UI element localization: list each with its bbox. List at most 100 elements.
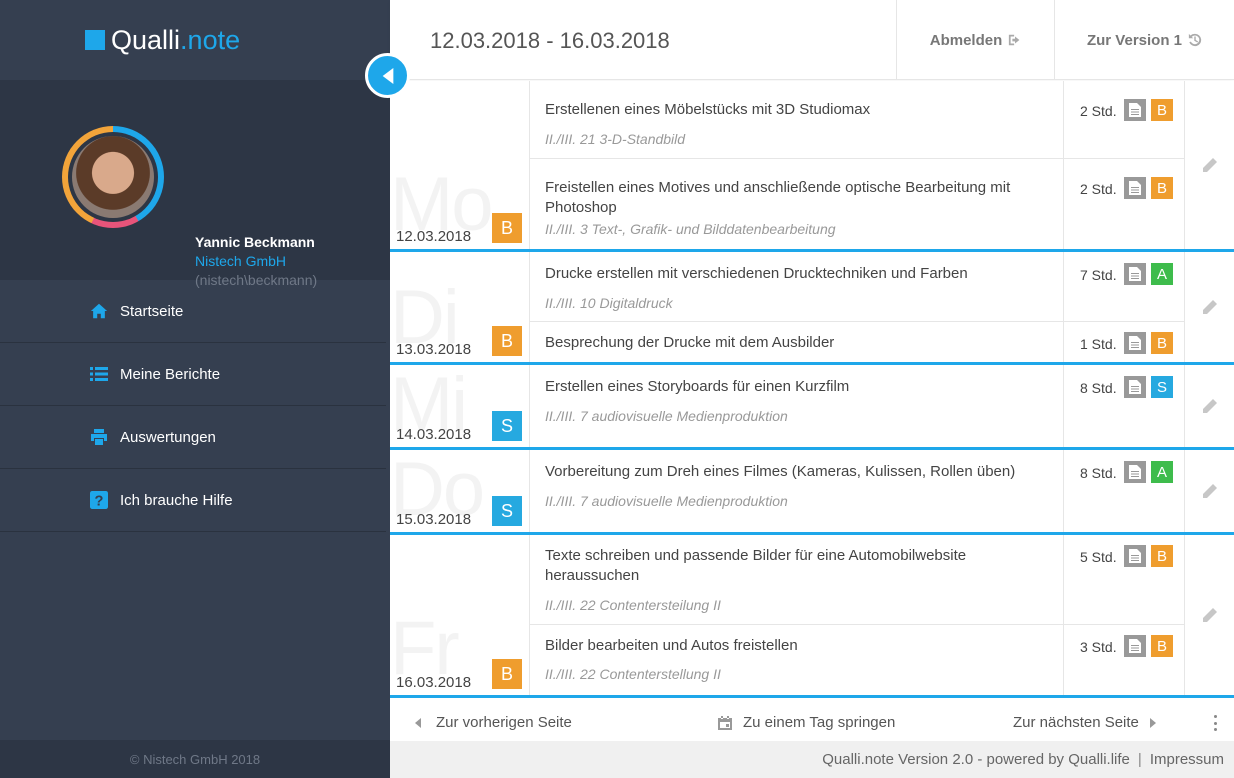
help-icon: ? [90,491,108,509]
pencil-icon [1202,300,1217,314]
document-icon[interactable] [1124,461,1146,483]
entry-hours: 5 Std. [1080,549,1117,565]
entry-subject: II./III. 10 Digitaldruck [545,295,673,311]
report-entry[interactable]: Texte schreiben und passende Bilder für … [530,535,1184,625]
calendar-icon [718,715,732,730]
entry-subject: II./III. 22 Contenterstellung II [545,666,721,682]
sidebar-copyright: © Nistech GmbH 2018 [0,740,390,778]
logo-square-icon [85,30,105,50]
entry-hours: 3 Std. [1080,639,1117,655]
more-options-icon[interactable] [1210,715,1220,731]
impressum-link[interactable]: Impressum [1150,751,1224,768]
entry-subject: II./III. 7 audiovisuelle Medienproduktio… [545,493,788,509]
document-icon[interactable] [1124,635,1146,657]
pencil-icon [1202,484,1217,498]
edit-day-button[interactable] [1184,81,1234,249]
document-icon[interactable] [1124,332,1146,354]
nav-item-auswertungen[interactable]: Auswertungen [0,406,386,469]
day-thursday: Do 15.03.2018 S Vorbereitung zum Dreh ei… [390,450,1234,535]
category-badge: B [1151,545,1173,567]
pencil-icon [1202,608,1217,622]
report-entry[interactable]: Vorbereitung zum Dreh eines Filmes (Kame… [530,450,1184,532]
nav-item-hilfe[interactable]: ? Ich brauche Hilfe [0,469,386,532]
entry-title: Drucke erstellen mit verschiedenen Druck… [545,265,968,282]
user-profile: Yannic Beckmann Nistech GmbH (nistech\be… [0,80,390,288]
category-badge: A [1151,461,1173,483]
logo-suffix-text: note [187,24,241,55]
report-entry[interactable]: Drucke erstellen mit verschiedenen Druck… [530,252,1184,322]
caret-left-icon [382,67,393,84]
jump-to-day-button[interactable]: Zu einem Tag springen [717,714,895,731]
category-badge: S [1151,376,1173,398]
entry-hours: 7 Std. [1080,267,1117,283]
entry-title: Texte schreiben und passende Bilder für … [545,547,967,584]
nav-item-startseite[interactable]: Startseite [0,280,386,343]
previous-page-button[interactable]: Zur vorherigen Seite [414,714,572,731]
nav-label: Meine Berichte [120,365,221,383]
footer: Qualli.note Version 2.0 - powered by Qua… [390,741,1234,778]
day-date: 16.03.2018 [396,674,472,691]
day-type-badge: B [492,326,522,356]
avatar-progress-ring [62,126,164,228]
entry-subject: II./III. 22 Contentersteilung II [545,597,721,613]
logout-button[interactable]: Abmelden [896,0,1055,80]
version-1-button[interactable]: Zur Version 1 [1054,0,1234,80]
day-date: 14.03.2018 [396,426,472,443]
day-monday: Mo 12.03.2018 B Erstellenen eines Möbels… [390,81,1234,252]
category-badge: B [1151,635,1173,657]
sidebar-collapse-button[interactable] [365,53,410,98]
entry-subject: II./III. 7 audiovisuelle Medienproduktio… [545,408,788,424]
day-date: 13.03.2018 [396,341,472,358]
next-page-button[interactable]: Zur nächsten Seite [1013,714,1157,731]
day-tuesday: Di 13.03.2018 B Drucke erstellen mit ver… [390,252,1234,365]
category-badge: A [1151,263,1173,285]
entry-hours: 1 Std. [1080,336,1117,352]
edit-day-button[interactable] [1184,535,1234,695]
week-date-range: 12.03.2018 - 16.03.2018 [430,28,670,53]
user-company[interactable]: Nistech GmbH [195,253,286,269]
entry-title: Besprechung der Drucke mit dem Ausbilder [545,334,835,351]
document-icon[interactable] [1124,177,1146,199]
print-icon [90,428,108,446]
report-entry[interactable]: Erstellen eines Storyboards für einen Ku… [530,365,1184,447]
entry-hours: 8 Std. [1080,465,1117,481]
svg-text:?: ? [95,494,104,509]
history-icon [1188,33,1202,47]
pencil-icon [1202,158,1217,172]
edit-day-button[interactable] [1184,252,1234,362]
day-friday: Fr 16.03.2018 B Texte schreiben und pass… [390,535,1234,698]
category-badge: B [1151,177,1173,199]
entry-hours: 2 Std. [1080,103,1117,119]
document-icon[interactable] [1124,263,1146,285]
report-entry[interactable]: Erstellenen eines Möbelstücks mit 3D Stu… [530,81,1184,159]
report-entry[interactable]: Besprechung der Drucke mit dem Ausbilder… [530,322,1184,362]
edit-day-button[interactable] [1184,450,1234,532]
pencil-icon [1202,399,1217,413]
document-icon[interactable] [1124,545,1146,567]
day-type-badge: S [492,496,522,526]
report-entry[interactable]: Freistellen eines Motives und anschließe… [530,159,1184,249]
entry-title: Erstellen eines Storyboards für einen Ku… [545,378,850,395]
category-badge: B [1151,332,1173,354]
entry-hours: 8 Std. [1080,380,1117,396]
user-name: Yannic Beckmann [195,234,315,250]
day-date: 15.03.2018 [396,511,472,528]
pagination: Zur vorherigen Seite Zu einem Tag spring… [390,705,1234,741]
day-date: 12.03.2018 [396,228,472,245]
version-info: Qualli.note Version 2.0 - powered by Qua… [822,751,1130,768]
footer-separator: | [1137,751,1142,768]
edit-day-button[interactable] [1184,365,1234,447]
document-icon[interactable] [1124,99,1146,121]
avatar[interactable] [72,136,154,218]
nav-item-meine-berichte[interactable]: Meine Berichte [0,343,386,406]
caret-left-icon [415,717,421,728]
caret-right-icon [1149,717,1156,728]
logo[interactable]: Qualli.note [0,0,390,80]
nav-label: Auswertungen [120,428,216,446]
document-icon[interactable] [1124,376,1146,398]
report-entry[interactable]: Bilder bearbeiten und Autos freistellen … [530,625,1184,695]
entry-subject: II./III. 21 3-D-Standbild [545,131,686,147]
entry-title: Erstellenen eines Möbelstücks mit 3D Stu… [545,101,871,118]
list-icon [90,365,108,383]
entry-subject: II./III. 3 Text-, Grafik- und Bilddatenb… [545,221,836,237]
